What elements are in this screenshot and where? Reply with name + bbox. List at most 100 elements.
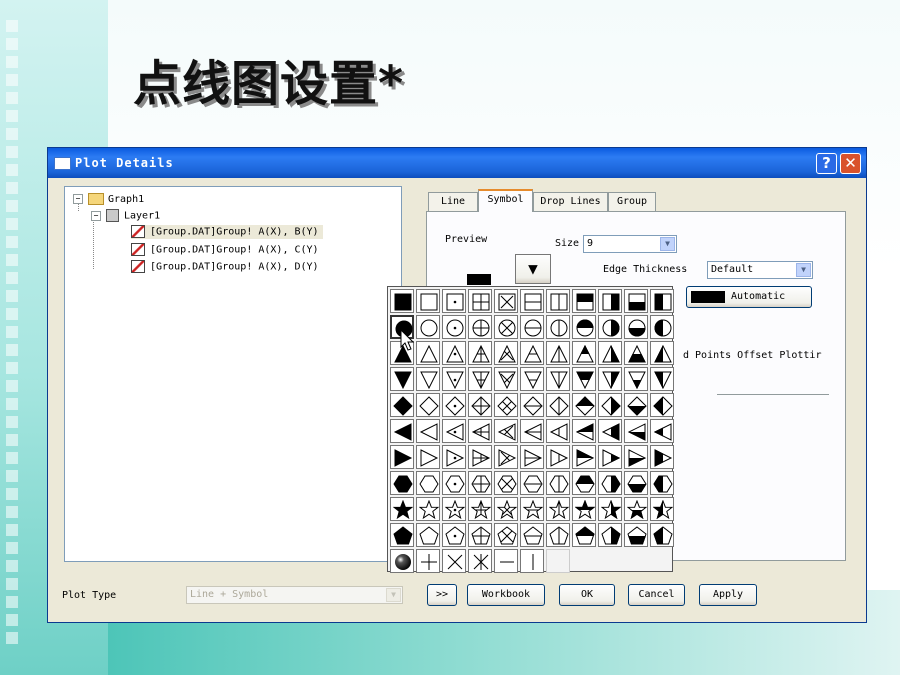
symbol-triangle-down-h-line-icon[interactable] bbox=[520, 367, 544, 391]
symbol-triangle-left-open-icon[interactable] bbox=[416, 419, 440, 443]
symbol-square-bottom-half-icon[interactable] bbox=[624, 289, 648, 313]
symbol-pentagon-dot-center-icon[interactable] bbox=[442, 523, 466, 547]
symbol-square-v-line-icon[interactable] bbox=[546, 289, 570, 313]
symbol-circle-open-icon[interactable] bbox=[416, 315, 440, 339]
symbol-star-bottom-half-icon[interactable] bbox=[624, 497, 648, 521]
symbol-hexagon-bottom-half-icon[interactable] bbox=[624, 471, 648, 495]
symbol-triangle-left-solid-icon[interactable] bbox=[390, 419, 414, 443]
symbol-triangle-up-bottom-half-icon[interactable] bbox=[624, 341, 648, 365]
symbol-circle-x-center-icon[interactable] bbox=[494, 315, 518, 339]
symbol-hexagon-h-line-icon[interactable] bbox=[520, 471, 544, 495]
edge-thickness-combo[interactable]: Default ▼ bbox=[707, 261, 813, 279]
symbol-triangle-left-plus-center-icon[interactable] bbox=[468, 419, 492, 443]
symbol-circle-right-half-icon[interactable] bbox=[598, 315, 622, 339]
workbook-button[interactable]: Workbook bbox=[467, 584, 545, 606]
symbol-triangle-down-plus-center-icon[interactable] bbox=[468, 367, 492, 391]
symbol-pentagon-v-line-icon[interactable] bbox=[546, 523, 570, 547]
symbol-hexagon-top-half-icon[interactable] bbox=[572, 471, 596, 495]
symbol-square-left-half-icon[interactable] bbox=[650, 289, 674, 313]
symbol-triangle-up-open-icon[interactable] bbox=[416, 341, 440, 365]
tab-group[interactable]: Group bbox=[608, 192, 656, 211]
chevron-down-icon[interactable]: ▼ bbox=[796, 263, 811, 277]
symbol-triangle-left-v-line-icon[interactable] bbox=[546, 419, 570, 443]
symbol-star-left-half-icon[interactable] bbox=[650, 497, 674, 521]
symbol-plus-icon[interactable] bbox=[416, 549, 440, 573]
symbol-star-open-icon[interactable] bbox=[416, 497, 440, 521]
collapse-icon[interactable]: − bbox=[91, 210, 101, 221]
symbol-bar-icon[interactable] bbox=[520, 549, 544, 573]
symbol-triangle-right-right-half-icon[interactable] bbox=[598, 445, 622, 469]
symbol-triangle-up-v-line-icon[interactable] bbox=[546, 341, 570, 365]
symbol-star-right-half-icon[interactable] bbox=[598, 497, 622, 521]
symbol-circle-left-half-icon[interactable] bbox=[650, 315, 674, 339]
symbol-diamond-v-line-icon[interactable] bbox=[546, 393, 570, 417]
symbol-star-x-center-icon[interactable] bbox=[494, 497, 518, 521]
symbol-square-open-icon[interactable] bbox=[416, 289, 440, 313]
symbol-triangle-down-left-half-icon[interactable] bbox=[650, 367, 674, 391]
symbol-triangle-up-h-line-icon[interactable] bbox=[520, 341, 544, 365]
symbol-square-dot-center-icon[interactable] bbox=[442, 289, 466, 313]
symbol-triangle-right-top-half-icon[interactable] bbox=[572, 445, 596, 469]
tree-node-plot[interactable]: [Group.DAT]Group! A(X), D(Y) bbox=[131, 260, 319, 274]
symbol-triangle-left-h-line-icon[interactable] bbox=[520, 419, 544, 443]
symbol-hexagon-open-icon[interactable] bbox=[416, 471, 440, 495]
symbol-triangle-left-bottom-half-icon[interactable] bbox=[624, 419, 648, 443]
symbol-hexagon-solid-icon[interactable] bbox=[390, 471, 414, 495]
symbol-hexagon-dot-center-icon[interactable] bbox=[442, 471, 466, 495]
symbol-triangle-right-v-line-icon[interactable] bbox=[546, 445, 570, 469]
symbol-triangle-down-right-half-icon[interactable] bbox=[598, 367, 622, 391]
symbol-circle-h-line-icon[interactable] bbox=[520, 315, 544, 339]
symbol-star-v-line-icon[interactable] bbox=[546, 497, 570, 521]
symbol-triangle-left-right-half-icon[interactable] bbox=[598, 419, 622, 443]
symbol-star-h-line-icon[interactable] bbox=[520, 497, 544, 521]
symbol-circle-top-half-icon[interactable] bbox=[572, 315, 596, 339]
symbol-hexagon-left-half-icon[interactable] bbox=[650, 471, 674, 495]
symbol-square-right-half-icon[interactable] bbox=[598, 289, 622, 313]
symbol-blank-icon[interactable] bbox=[546, 549, 570, 573]
symbol-asterisk-icon[interactable] bbox=[468, 549, 492, 573]
symbol-triangle-right-plus-center-icon[interactable] bbox=[468, 445, 492, 469]
plot-tree[interactable]: − Graph1 − Layer1 [Group.DAT]Group! A(X), … bbox=[64, 186, 402, 562]
tree-node-plot[interactable]: [Group.DAT]Group! A(X), C(Y) bbox=[131, 243, 319, 257]
symbol-triangle-left-left-half-icon[interactable] bbox=[650, 419, 674, 443]
symbol-pentagon-top-half-icon[interactable] bbox=[572, 523, 596, 547]
symbol-circle-bottom-half-icon[interactable] bbox=[624, 315, 648, 339]
symbol-diamond-plus-center-icon[interactable] bbox=[468, 393, 492, 417]
symbol-triangle-right-left-half-icon[interactable] bbox=[650, 445, 674, 469]
window-titlebar[interactable]: Plot Details ? ✕ bbox=[48, 148, 866, 178]
symbol-triangle-down-x-center-icon[interactable] bbox=[494, 367, 518, 391]
symbol-triangle-up-right-half-icon[interactable] bbox=[598, 341, 622, 365]
tree-node-layer[interactable]: − Layer1 bbox=[91, 209, 160, 223]
symbol-triangle-right-h-line-icon[interactable] bbox=[520, 445, 544, 469]
tab-line[interactable]: Line bbox=[428, 192, 478, 211]
expand-button[interactable]: >> bbox=[427, 584, 457, 606]
symbol-triangle-right-solid-icon[interactable] bbox=[390, 445, 414, 469]
symbol-diamond-h-line-icon[interactable] bbox=[520, 393, 544, 417]
symbol-diamond-right-half-icon[interactable] bbox=[598, 393, 622, 417]
symbol-diamond-solid-icon[interactable] bbox=[390, 393, 414, 417]
symbol-square-plus-center-icon[interactable] bbox=[468, 289, 492, 313]
symbol-hexagon-right-half-icon[interactable] bbox=[598, 471, 622, 495]
symbol-pentagon-plus-center-icon[interactable] bbox=[468, 523, 492, 547]
cancel-button[interactable]: Cancel bbox=[628, 584, 685, 606]
symbol-pentagon-right-half-icon[interactable] bbox=[598, 523, 622, 547]
symbol-circle-plus-center-icon[interactable] bbox=[468, 315, 492, 339]
symbol-color-button[interactable]: Automatic bbox=[686, 286, 812, 308]
symbol-pentagon-solid-icon[interactable] bbox=[390, 523, 414, 547]
symbol-triangle-down-top-half-icon[interactable] bbox=[572, 367, 596, 391]
tree-node-plot[interactable]: [Group.DAT]Group! A(X), B(Y) bbox=[131, 225, 323, 239]
symbol-triangle-up-plus-center-icon[interactable] bbox=[468, 341, 492, 365]
chevron-down-icon[interactable]: ▼ bbox=[660, 237, 675, 251]
symbol-star-dot-center-icon[interactable] bbox=[442, 497, 466, 521]
symbol-diamond-open-icon[interactable] bbox=[416, 393, 440, 417]
symbol-star-top-half-icon[interactable] bbox=[572, 497, 596, 521]
symbol-sphere-icon[interactable] bbox=[390, 549, 414, 573]
symbol-triangle-down-bottom-half-icon[interactable] bbox=[624, 367, 648, 391]
symbol-star-plus-center-icon[interactable] bbox=[468, 497, 492, 521]
symbol-star-solid-icon[interactable] bbox=[390, 497, 414, 521]
symbol-pentagon-left-half-icon[interactable] bbox=[650, 523, 674, 547]
symbol-circle-v-line-icon[interactable] bbox=[546, 315, 570, 339]
symbol-triangle-up-dot-center-icon[interactable] bbox=[442, 341, 466, 365]
tab-drop-lines[interactable]: Drop Lines bbox=[533, 192, 608, 211]
symbol-triangle-down-solid-icon[interactable] bbox=[390, 367, 414, 391]
